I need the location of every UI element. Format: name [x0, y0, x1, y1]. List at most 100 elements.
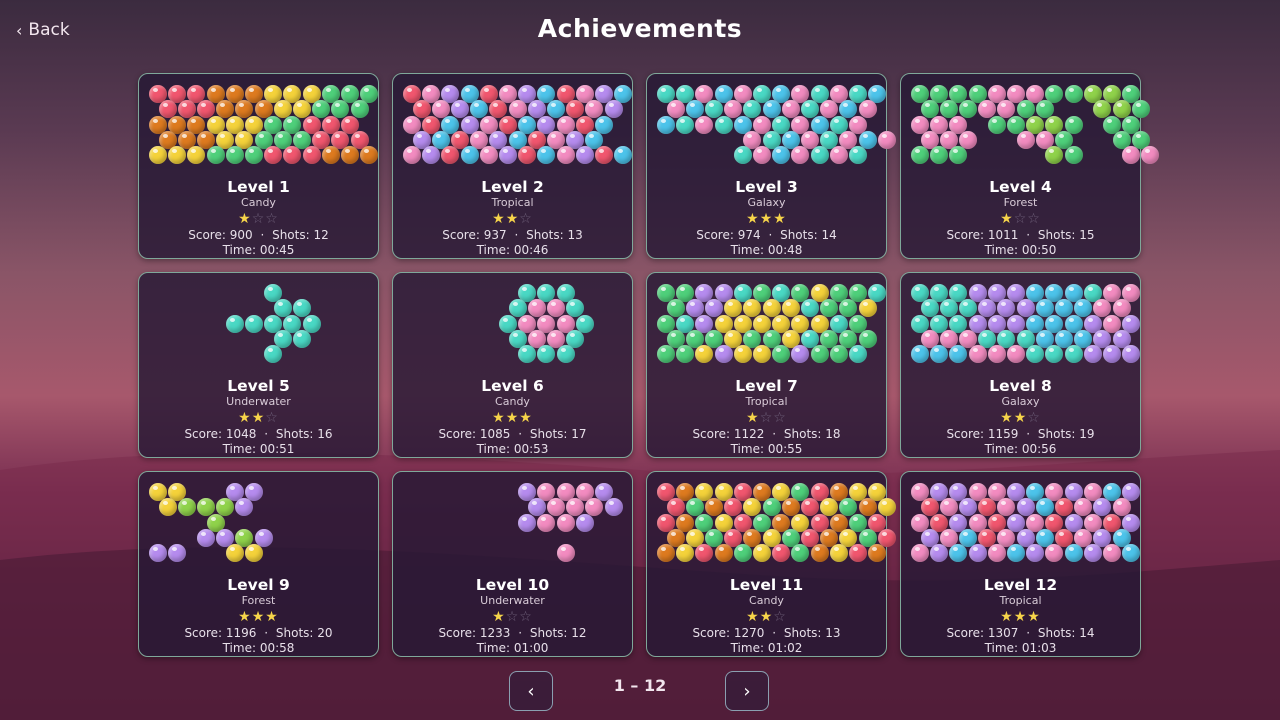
bubble — [1045, 146, 1064, 165]
level-card[interactable]: Level 7 Tropical ★☆☆ Score: 1122 · Shots: 1… — [646, 272, 887, 458]
star-empty-icon: ☆ — [265, 211, 279, 227]
star-empty-icon: ☆ — [773, 609, 787, 625]
level-card[interactable]: Level 5 Underwater ★★☆ Score: 1048 · Shots:… — [138, 272, 379, 458]
bubble — [1026, 544, 1045, 563]
level-name: Level 4 — [989, 178, 1052, 196]
separator-dot: · — [260, 626, 272, 640]
level-preview — [901, 472, 1141, 576]
level-grid: Level 1 Candy ★☆☆ Score: 900 · Shots: 12 Tim… — [138, 73, 1160, 657]
bubble — [930, 146, 949, 165]
level-theme: Underwater — [480, 594, 545, 607]
score-shots-line: Score: 1159 · Shots: 19 — [901, 427, 1140, 441]
separator-dot: · — [1022, 626, 1034, 640]
score-shots-line: Score: 974 · Shots: 14 — [647, 228, 886, 242]
bubble — [987, 544, 1006, 563]
level-card[interactable]: Level 10 Underwater ★☆☆ Score: 1233 · Shots… — [392, 471, 633, 657]
bubble — [341, 146, 359, 165]
star-filled-icon: ★ — [492, 410, 506, 426]
level-card[interactable]: Level 4 Forest ★☆☆ Score: 1011 · Shots: 15 T… — [900, 73, 1160, 259]
bubble — [791, 544, 810, 563]
bubble — [235, 498, 254, 517]
bubble — [575, 146, 594, 165]
next-page-button[interactable]: › — [725, 671, 769, 711]
bubble — [772, 544, 791, 563]
bubble — [949, 146, 968, 165]
bubble — [595, 146, 613, 165]
level-card[interactable]: Level 2 Tropical ★★☆ Score: 937 · Shots: 13… — [392, 73, 633, 259]
level-card[interactable]: Level 11 Candy ★★☆ Score: 1270 · Shots: 13 T… — [646, 471, 896, 657]
level-info: Level 10 Underwater ★☆☆ Score: 1233 · Shots… — [393, 576, 632, 655]
bubble — [1103, 544, 1121, 563]
level-card[interactable]: Level 12 Tropical ★★★ Score: 1307 · Shots: … — [900, 471, 1141, 657]
level-card[interactable]: Level 8 Galaxy ★★☆ Score: 1159 · Shots: 19 T… — [900, 272, 1141, 458]
star-rating: ★☆☆ — [647, 410, 886, 426]
bubble — [302, 146, 321, 165]
level-name: Level 5 — [227, 377, 290, 395]
separator-dot: · — [764, 228, 777, 242]
bubble — [676, 345, 695, 364]
star-rating: ★★★ — [647, 211, 886, 227]
level-time: Time: 00:45 — [222, 243, 295, 257]
bubble — [556, 345, 575, 364]
star-rating: ★★☆ — [139, 410, 378, 426]
bubble — [537, 513, 556, 532]
star-rating: ★★★ — [139, 609, 378, 625]
level-name: Level 1 — [227, 178, 290, 196]
score-shots-line: Score: 1048 · Shots: 16 — [139, 427, 378, 441]
level-info: Level 9 Forest ★★★ Score: 1196 · Shots: 20 T… — [139, 576, 378, 655]
separator-dot: · — [510, 228, 523, 242]
level-name: Level 7 — [735, 377, 798, 395]
bubble — [518, 345, 537, 364]
star-filled-icon: ★ — [492, 211, 506, 227]
bubble — [949, 345, 968, 364]
level-time: Time: 01:02 — [730, 641, 803, 655]
level-card[interactable]: Level 3 Galaxy ★★★ Score: 974 · Shots: 14 Ti… — [646, 73, 896, 259]
level-card[interactable]: Level 9 Forest ★★★ Score: 1196 · Shots: 20 T… — [138, 471, 379, 657]
level-time: Time: 00:46 — [476, 243, 549, 257]
bubble — [168, 544, 187, 563]
score-shots-line: Score: 1270 · Shots: 13 — [647, 626, 886, 640]
bubble — [518, 513, 537, 532]
bubble — [196, 528, 215, 547]
level-time: Time: 00:56 — [984, 442, 1057, 456]
bubble — [733, 544, 752, 563]
star-filled-icon: ★ — [759, 609, 774, 625]
score-shots-line: Score: 1196 · Shots: 20 — [139, 626, 378, 640]
bubble — [245, 314, 263, 333]
level-preview — [901, 273, 1141, 377]
bubble — [1064, 345, 1083, 364]
star-empty-icon: ☆ — [773, 410, 787, 426]
bubble — [1026, 345, 1045, 364]
bubble — [1122, 544, 1141, 563]
level-shots: Shots: 19 — [1037, 427, 1095, 441]
bubble — [1122, 146, 1141, 165]
level-card[interactable]: Level 1 Candy ★☆☆ Score: 900 · Shots: 12 Tim… — [138, 73, 379, 259]
level-preview — [139, 472, 378, 576]
separator-dot: · — [1022, 228, 1034, 242]
bubble — [1103, 345, 1121, 364]
level-time: Time: 00:50 — [984, 243, 1057, 257]
bubble — [676, 544, 695, 563]
star-filled-icon: ★ — [492, 609, 506, 625]
bubble — [321, 146, 340, 165]
star-empty-icon: ☆ — [1027, 211, 1041, 227]
level-info: Level 6 Candy ★★★ Score: 1085 · Shots: 17 Ti… — [393, 377, 632, 456]
bubble — [849, 544, 867, 563]
star-filled-icon: ★ — [519, 410, 533, 426]
bubble — [245, 146, 263, 165]
level-name: Level 12 — [983, 576, 1058, 594]
level-shots: Shots: 12 — [272, 228, 329, 242]
bubble — [968, 345, 987, 364]
bubble — [657, 345, 675, 364]
star-empty-icon: ☆ — [1027, 410, 1041, 426]
level-time: Time: 00:48 — [730, 243, 803, 257]
bubble — [657, 544, 675, 563]
level-theme: Tropical — [745, 395, 788, 408]
level-score: Score: 1196 — [184, 626, 257, 640]
bubble — [1045, 544, 1064, 563]
level-time: Time: 01:00 — [476, 641, 549, 655]
bubble — [149, 544, 167, 563]
star-empty-icon: ☆ — [519, 211, 533, 227]
level-card[interactable]: Level 6 Candy ★★★ Score: 1085 · Shots: 17 Ti… — [392, 272, 633, 458]
bubble — [1064, 85, 1083, 103]
